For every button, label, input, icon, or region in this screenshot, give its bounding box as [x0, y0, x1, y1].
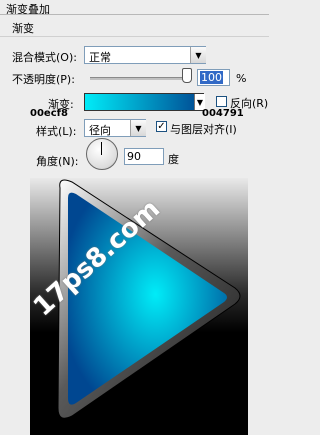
angle-needle	[101, 142, 102, 155]
align-with-layer-label: 与图层对齐(I)	[170, 123, 237, 136]
align-with-layer-checkbox[interactable]: ✓	[156, 121, 167, 132]
opacity-value: 100	[200, 71, 223, 84]
blend-mode-label: 混合模式(O):	[12, 51, 77, 64]
opacity-unit: %	[236, 72, 247, 85]
angle-value: 90	[127, 150, 141, 163]
divider	[0, 36, 269, 37]
divider	[0, 14, 269, 15]
angle-label: 角度(N):	[36, 155, 79, 168]
gradient-swatch[interactable]	[84, 93, 204, 111]
reverse-checkbox[interactable]	[216, 96, 227, 107]
chevron-down-icon[interactable]: ▼	[130, 120, 146, 136]
opacity-slider-track[interactable]	[90, 77, 190, 80]
angle-unit: 度	[168, 153, 179, 166]
opacity-slider-thumb[interactable]	[182, 68, 192, 83]
section-title: 渐变	[12, 22, 34, 35]
blend-mode-value: 正常	[89, 51, 111, 64]
angle-dial[interactable]	[86, 138, 118, 170]
opacity-input[interactable]: 100	[197, 69, 230, 86]
chevron-down-icon[interactable]: ▼	[190, 47, 206, 63]
start-color-hex: 00ecf8	[30, 108, 68, 119]
check-icon: ✓	[157, 120, 166, 132]
style-label: 样式(L):	[36, 125, 77, 138]
angle-input[interactable]: 90	[124, 148, 164, 165]
opacity-label: 不透明度(P):	[12, 73, 75, 86]
end-color-hex: 004791	[202, 108, 244, 119]
style-value: 径向	[89, 124, 111, 137]
blend-mode-select[interactable]: 正常	[84, 46, 206, 64]
